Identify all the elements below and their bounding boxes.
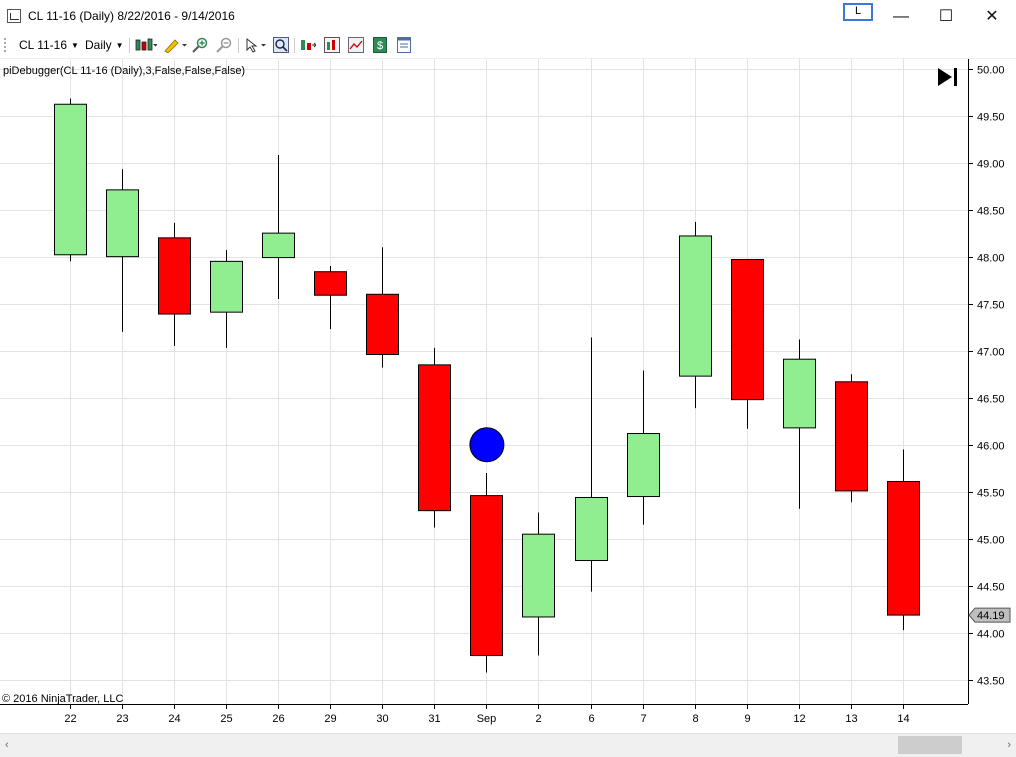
candle-body-up	[54, 103, 87, 256]
last-price-tag: 44.19	[968, 607, 1011, 623]
x-tick-label: 25	[220, 713, 232, 725]
strategies-icon[interactable]	[348, 37, 364, 53]
candle-body-up	[783, 358, 816, 429]
x-tick-label: 13	[845, 713, 857, 725]
candle-body-up	[679, 235, 712, 377]
candle-body-down	[731, 258, 764, 401]
chart-style-icon[interactable]	[135, 37, 157, 53]
candle-body-down	[835, 381, 868, 492]
y-tick-label: 46.50	[977, 394, 1005, 406]
instrument-selector[interactable]: CL 11-16 ▼	[19, 38, 79, 52]
chart-panel[interactable]: 50.00 49.50 49.00 48.50 48.00 47.50 47.00 46.50…	[0, 59, 1016, 732]
title-bar: CL 11-16 (Daily) 8/22/2016 - 9/14/2016 L…	[0, 0, 1016, 32]
x-tick-label: 14	[897, 713, 909, 725]
chart-trader-icon[interactable]: $	[372, 37, 388, 53]
y-tick-label: 48.50	[977, 206, 1005, 218]
x-tick-label: Sep	[477, 713, 497, 725]
x-tick-label: 23	[116, 713, 128, 725]
properties-icon[interactable]	[396, 37, 412, 53]
toolbar-grip[interactable]	[4, 38, 8, 52]
toolbar-divider	[129, 38, 130, 53]
candle-body-up	[627, 433, 660, 498]
maximize-button[interactable]: ☐	[931, 6, 961, 28]
candle-body-up	[522, 533, 555, 618]
candle[interactable]	[835, 374, 868, 503]
instrument-label: CL 11-16	[19, 38, 68, 52]
x-tick-label: 31	[428, 713, 440, 725]
candle-body-up	[106, 189, 139, 258]
candle-body-down	[314, 271, 347, 296]
x-tick-label: 8	[692, 713, 698, 725]
toolbar-divider	[238, 38, 239, 53]
chart-app-icon	[7, 9, 21, 23]
x-tick-label: 12	[793, 713, 805, 725]
scroll-left-icon[interactable]: ‹	[5, 739, 9, 751]
candle[interactable]	[418, 347, 451, 528]
scroll-right-icon[interactable]: ›	[1007, 739, 1011, 751]
close-button[interactable]: ✕	[977, 6, 1007, 28]
x-tick-label: 26	[272, 713, 284, 725]
chart-toolbar: CL 11-16 ▼ Daily ▼ $	[0, 33, 1016, 59]
zoom-out-icon[interactable]	[216, 37, 232, 53]
x-tick-label: 30	[376, 713, 388, 725]
interval-selector[interactable]: Daily ▼	[85, 38, 124, 52]
x-tick-label: 29	[324, 713, 336, 725]
x-tick-label: 7	[640, 713, 646, 725]
bar-spacing-icon[interactable]	[300, 37, 316, 53]
y-tick-label: 46.00	[977, 441, 1005, 453]
y-tick-label: 45.50	[977, 488, 1005, 500]
candle-body-down	[470, 495, 503, 657]
drawing-tool-icon[interactable]	[163, 37, 187, 53]
svg-text:$: $	[377, 40, 383, 52]
y-tick-label: 48.00	[977, 253, 1005, 265]
last-price-label: 44.19	[977, 610, 1005, 622]
x-tick-label: 2	[535, 713, 541, 725]
indicator-label: piDebugger(CL 11-16 (Daily),3,False,Fals…	[3, 65, 245, 77]
candle[interactable]	[470, 473, 503, 673]
candle-body-down	[366, 293, 399, 355]
cursor-icon[interactable]	[244, 37, 268, 53]
magnifier-icon[interactable]	[273, 37, 289, 53]
y-tick-label: 43.50	[977, 676, 1005, 688]
x-tick-label: 22	[64, 713, 76, 725]
y-tick-label: 44.00	[977, 629, 1005, 641]
x-tick-label: 6	[588, 713, 594, 725]
minimize-button[interactable]: —	[886, 6, 916, 28]
candle-body-up	[575, 496, 608, 562]
candle[interactable]	[54, 98, 87, 262]
candle-body-up	[262, 232, 295, 259]
horizontal-scrollbar[interactable]: ‹ ›	[0, 733, 1016, 757]
scrollbar-thumb[interactable]	[898, 736, 962, 754]
chevron-down-icon: ▼	[115, 41, 124, 50]
copyright-text: © 2016 NinjaTrader, LLC	[2, 693, 123, 705]
y-tick-label: 49.50	[977, 112, 1005, 124]
x-tick-label: 9	[744, 713, 750, 725]
data-box-icon[interactable]	[324, 37, 340, 53]
link-button[interactable]: L	[843, 3, 873, 21]
y-tick-label: 50.00	[977, 65, 1005, 77]
signal-marker-dot	[469, 427, 505, 463]
y-tick-label: 44.50	[977, 582, 1005, 594]
y-tick-label: 47.00	[977, 347, 1005, 359]
zoom-in-icon[interactable]	[192, 37, 208, 53]
candle-body-down	[887, 480, 920, 616]
toolbar-divider	[294, 38, 295, 53]
interval-label: Daily	[85, 38, 112, 52]
candle-body-down	[158, 237, 191, 315]
y-tick-label: 49.00	[977, 159, 1005, 171]
y-tick-label: 47.50	[977, 300, 1005, 312]
x-tick-label: 24	[168, 713, 180, 725]
candle-body-down	[418, 364, 451, 512]
candle-body-up	[210, 260, 243, 313]
price-chart[interactable]: 50.00 49.50 49.00 48.50 48.00 47.50 47.00 46.50…	[0, 59, 1016, 732]
chevron-down-icon: ▼	[71, 41, 79, 50]
window-title: CL 11-16 (Daily) 8/22/2016 - 9/14/2016	[28, 9, 235, 23]
y-tick-label: 45.00	[977, 535, 1005, 547]
